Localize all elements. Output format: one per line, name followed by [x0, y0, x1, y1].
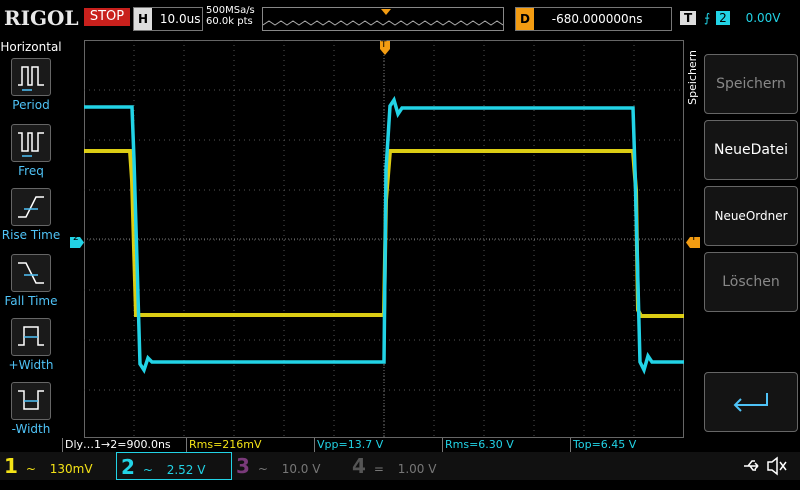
- loeschen-button[interactable]: Löschen: [704, 252, 798, 312]
- rise-time-icon: [11, 188, 51, 226]
- horizontal-label: H: [134, 8, 153, 30]
- waveform-grid: [84, 40, 684, 438]
- freq-icon: [11, 124, 51, 162]
- enter-button[interactable]: [704, 372, 798, 432]
- delay-indicator[interactable]: D -680.000000ns: [515, 7, 672, 31]
- channel-1-number: 1: [4, 454, 18, 478]
- neue-datei-button[interactable]: NeueDatei: [704, 120, 798, 180]
- trigger-level-label: T: [691, 233, 697, 243]
- usb-icon: [744, 460, 759, 471]
- trigger-label: T: [680, 11, 697, 25]
- overview-trigger-marker: [381, 9, 391, 15]
- menu-freq[interactable]: Freq: [0, 124, 62, 178]
- delay-value: -680.000000ns: [551, 12, 643, 26]
- measurement-ch2-vpp: Vpp=13.7 V: [314, 438, 441, 452]
- menu-plus-width[interactable]: +Width: [0, 318, 62, 372]
- top-status-bar: RIGOL STOP H 10.0us 500MSa/s 60.0k pts D…: [0, 0, 800, 36]
- trigger-level-marker[interactable]: T: [686, 233, 700, 248]
- measurement-ch2-top: Top=6.45 V: [570, 438, 685, 452]
- rising-edge-icon: ⨍: [704, 11, 711, 25]
- acquisition-info: 500MSa/s 60.0k pts: [206, 5, 255, 27]
- measurement-delay: Dly…1→2=900.0ns: [62, 438, 187, 452]
- waveform-display[interactable]: [84, 40, 684, 438]
- menu-minus-width-label: -Width: [11, 422, 51, 436]
- measurement-ch2-rms: Rms=6.30 V: [442, 438, 569, 452]
- measurement-bar: Dly…1→2=900.0ns Rms=216mV Vpp=13.7 V Rms…: [62, 438, 684, 452]
- channel-2-scale: 2.52 V: [166, 463, 206, 477]
- menu-rise-time[interactable]: Rise Time: [0, 188, 62, 242]
- sample-rate: 500MSa/s: [206, 5, 255, 16]
- menu-freq-label: Freq: [18, 164, 44, 178]
- delay-label: D: [516, 8, 534, 30]
- timebase-value: 10.0us: [159, 12, 201, 26]
- trigger-source: 2: [716, 11, 730, 25]
- channel-2-indicator[interactable]: 2 ~ 2.52 V: [116, 452, 232, 480]
- menu-minus-width[interactable]: -Width: [0, 382, 62, 436]
- channel-4-indicator[interactable]: 4 = 1.00 V: [348, 452, 464, 480]
- timebase-indicator[interactable]: H 10.0us: [133, 7, 203, 31]
- memory-depth: 60.0k pts: [206, 16, 253, 27]
- period-icon: [11, 58, 51, 96]
- run-stop-button[interactable]: STOP: [84, 8, 130, 26]
- channel-3-scale: 10.0 V: [281, 462, 321, 476]
- channel-4-scale: 1.00 V: [397, 462, 437, 476]
- menu-period[interactable]: Period: [0, 58, 62, 112]
- channel-bar: 1 ~ 130mV 2 ~ 2.52 V 3 ~ 10.0 V 4 = 1.00…: [0, 452, 800, 480]
- right-menu-title: Speichern: [686, 50, 699, 105]
- channel-3-number: 3: [236, 454, 250, 478]
- fall-time-icon: [11, 254, 51, 292]
- waveform-overview[interactable]: [262, 7, 504, 31]
- menu-plus-width-label: +Width: [8, 358, 54, 372]
- minus-width-icon: [11, 382, 51, 420]
- channel-1-scale: 130mV: [49, 462, 93, 476]
- ch2-ground-marker[interactable]: 2: [70, 233, 84, 248]
- status-icons: [704, 452, 794, 480]
- channel-3-indicator[interactable]: 3 ~ 10.0 V: [232, 452, 348, 480]
- overview-waveform: [262, 9, 504, 26]
- channel-3-coupling: ~: [257, 462, 268, 476]
- channel-4-coupling: =: [373, 462, 384, 476]
- enter-icon: [733, 393, 768, 412]
- channel-2-number: 2: [121, 455, 135, 479]
- menu-period-label: Period: [12, 98, 50, 112]
- trigger-level: 0.00V: [745, 11, 781, 25]
- rigol-logo: RIGOL: [4, 6, 79, 30]
- ch2-ground-label: 2: [73, 233, 79, 243]
- channel-1-coupling: ~: [25, 462, 36, 476]
- plus-width-icon: [11, 318, 51, 356]
- trigger-position-marker[interactable]: T: [380, 40, 390, 55]
- neue-ordner-button[interactable]: NeueOrdner: [704, 186, 798, 246]
- left-menu-title: Horizontal: [0, 40, 62, 54]
- measurement-ch1-rms: Rms=216mV: [186, 438, 313, 452]
- channel-1-indicator[interactable]: 1 ~ 130mV: [0, 452, 116, 480]
- menu-rise-time-label: Rise Time: [1, 228, 61, 242]
- trigger-indicator[interactable]: T ⨍ 2 0.00V: [680, 7, 795, 29]
- speichern-button[interactable]: Speichern: [704, 54, 798, 114]
- speaker-muted-icon: [767, 456, 787, 476]
- channel-2-coupling: ~: [142, 463, 153, 477]
- menu-fall-time-label: Fall Time: [4, 294, 58, 308]
- channel-4-number: 4: [352, 454, 366, 478]
- menu-fall-time[interactable]: Fall Time: [0, 254, 62, 308]
- trigger-position-label: T: [381, 40, 387, 50]
